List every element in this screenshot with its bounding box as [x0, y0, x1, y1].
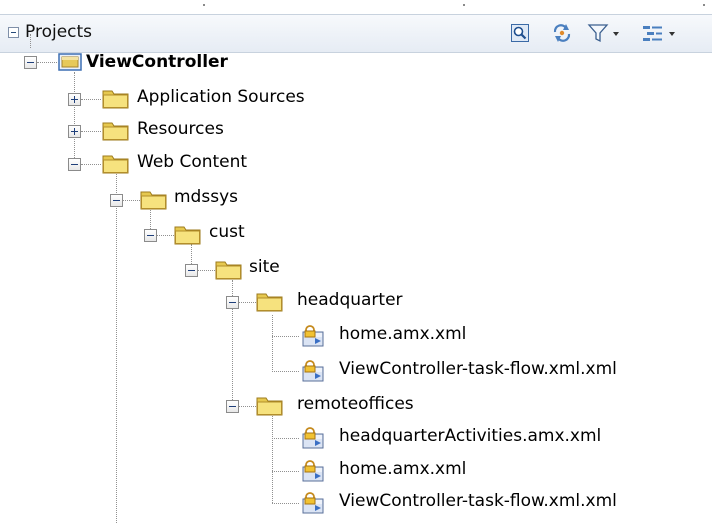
tree-guide	[37, 62, 57, 63]
collapse-toggle[interactable]	[185, 264, 198, 277]
tree-item-label[interactable]: ViewController-task-flow.xml.xml	[339, 491, 617, 511]
xml-file-icon	[300, 427, 326, 454]
tree-item-label[interactable]: mdssys	[174, 187, 238, 207]
xml-file-icon	[300, 360, 326, 387]
tree-item-label[interactable]: ViewController-task-flow.xml.xml	[339, 359, 617, 379]
tree-item-label[interactable]: ViewController	[86, 52, 228, 72]
tree-guide	[198, 270, 215, 271]
tree-guide	[81, 131, 101, 132]
folder-icon	[140, 189, 168, 216]
xml-file-icon	[300, 325, 326, 352]
folder-icon	[102, 88, 130, 115]
tree-guide	[272, 412, 273, 503]
tree-guide	[74, 72, 75, 164]
tree-guide	[116, 171, 117, 523]
tree-guide	[272, 471, 299, 472]
edge-mark	[203, 4, 205, 6]
projects-panel-header: Projects	[0, 14, 712, 53]
tree-item-label[interactable]: Application Sources	[137, 87, 305, 107]
tree-guide	[81, 99, 101, 100]
collapse-toggle[interactable]	[226, 296, 239, 309]
tree-guide	[272, 438, 299, 439]
tree-guide	[81, 164, 101, 165]
collapse-toggle[interactable]	[24, 56, 37, 69]
collapse-toggle[interactable]	[68, 158, 81, 171]
tree-item-label[interactable]: remoteoffices	[297, 394, 414, 414]
folder-icon	[215, 259, 243, 286]
folder-icon	[102, 120, 130, 147]
tree-guide	[239, 406, 256, 407]
edge-mark	[463, 4, 465, 6]
folder-icon	[256, 395, 284, 422]
folder-icon	[174, 224, 202, 251]
edge-mark	[703, 4, 705, 6]
tree-item-label[interactable]: site	[249, 257, 280, 277]
xml-file-icon	[300, 460, 326, 487]
tree-item-label[interactable]: home.amx.xml	[339, 459, 466, 479]
filter-dropdown-icon[interactable]	[587, 23, 621, 43]
project-icon	[58, 52, 82, 77]
folder-icon	[256, 291, 284, 318]
tree-guide	[272, 315, 273, 372]
collapse-panel-icon[interactable]	[8, 27, 19, 38]
collapse-toggle[interactable]	[144, 229, 157, 242]
tree-item-label[interactable]: Resources	[137, 119, 224, 139]
xml-file-icon	[300, 492, 326, 519]
find-icon[interactable]	[510, 23, 530, 43]
top-edge	[0, 0, 712, 14]
tree-item-label[interactable]: headquarter	[297, 290, 403, 310]
tree-item-label[interactable]: home.amx.xml	[339, 324, 466, 344]
tree-guide	[272, 371, 299, 372]
tree-guide	[123, 200, 140, 201]
panel-title: Projects	[25, 22, 93, 42]
collapse-toggle[interactable]	[226, 400, 239, 413]
collapse-toggle[interactable]	[110, 194, 123, 207]
expand-toggle[interactable]	[68, 93, 81, 106]
tree-guide	[272, 503, 299, 504]
tree-item-label[interactable]: headquarterActivities.amx.xml	[339, 426, 601, 446]
expand-toggle[interactable]	[68, 125, 81, 138]
tree-item-label[interactable]: Web Content	[137, 152, 247, 172]
tree-guide	[30, 34, 31, 48]
sync-icon[interactable]	[551, 23, 573, 43]
tree-guide	[157, 235, 174, 236]
options-dropdown-icon[interactable]	[641, 23, 681, 43]
tree-item-label[interactable]: cust	[209, 222, 245, 242]
folder-icon	[102, 153, 130, 180]
tree-guide	[239, 302, 256, 303]
tree-guide	[272, 336, 299, 337]
